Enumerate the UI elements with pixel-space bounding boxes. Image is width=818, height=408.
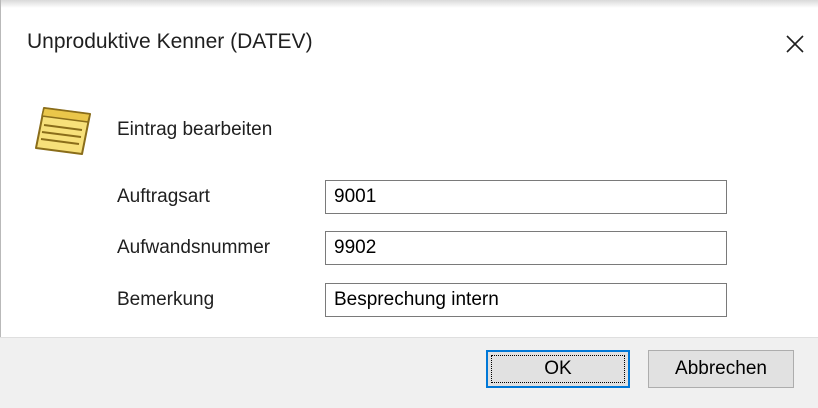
close-button[interactable] — [775, 24, 815, 64]
window-top-shadow — [0, 0, 818, 8]
ok-button[interactable]: OK — [486, 350, 630, 388]
ok-button-label: OK — [544, 358, 572, 379]
field-label-aufwandsnummer: Aufwandsnummer — [117, 237, 271, 258]
dialog-title: Unproduktive Kenner (DATEV) — [27, 30, 313, 53]
cancel-button[interactable]: Abbrechen — [648, 350, 794, 388]
field-label-auftragsart: Auftragsart — [117, 186, 210, 207]
notepad-icon — [35, 107, 91, 155]
aufwandsnummer-input[interactable] — [325, 231, 727, 265]
auftragsart-input[interactable] — [325, 180, 727, 214]
field-label-bemerkung: Bemerkung — [117, 289, 215, 310]
section-heading: Eintrag bearbeiten — [117, 119, 273, 140]
edit-entry-dialog: Unproduktive Kenner (DATEV) Eintrag bear… — [0, 0, 818, 408]
bemerkung-input[interactable] — [325, 283, 727, 317]
close-icon — [786, 35, 804, 53]
cancel-button-label: Abbrechen — [675, 358, 767, 379]
